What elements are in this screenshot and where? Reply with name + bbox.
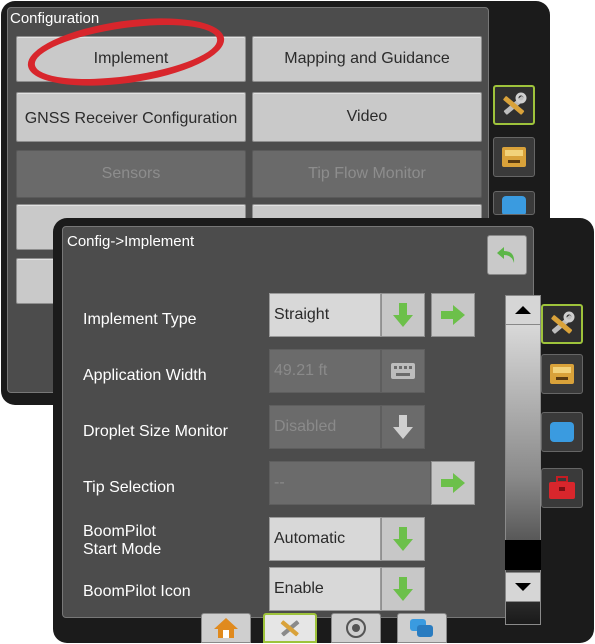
toolbox-tab-button[interactable] bbox=[541, 468, 583, 508]
scroll-down-button[interactable] bbox=[505, 572, 541, 602]
right-arrow-icon bbox=[441, 473, 465, 493]
tip-selection-label: Tip Selection bbox=[83, 479, 175, 496]
screen-icon bbox=[550, 422, 574, 442]
screen-tab-button[interactable] bbox=[493, 191, 535, 215]
boompilot-icon-dropdown[interactable] bbox=[381, 567, 425, 611]
down-arrow-icon bbox=[393, 527, 413, 551]
implement-type-dropdown[interactable] bbox=[381, 293, 425, 337]
tools-icon bbox=[551, 311, 575, 334]
keyboard-icon bbox=[391, 363, 415, 379]
implement-type-field[interactable]: Straight bbox=[269, 293, 381, 337]
scrollbar-thumb[interactable] bbox=[505, 540, 541, 570]
boompilot-icon-label: BoomPilot Icon bbox=[83, 583, 191, 600]
screen-icon bbox=[502, 196, 526, 214]
application-width-field: 49.21 ft bbox=[269, 349, 381, 393]
down-arrow-icon bbox=[393, 577, 413, 601]
application-width-label: Application Width bbox=[83, 367, 207, 384]
down-arrow-icon bbox=[393, 415, 413, 439]
tools-icon bbox=[280, 620, 300, 637]
down-arrow-icon bbox=[393, 303, 413, 327]
application-width-keyboard bbox=[381, 349, 425, 393]
page-title: Config->Implement bbox=[67, 233, 195, 250]
mapping-guidance-button[interactable]: Mapping and Guidance bbox=[252, 36, 482, 82]
droplet-size-monitor-field: Disabled bbox=[269, 405, 381, 449]
tools-icon bbox=[503, 92, 527, 115]
tools-tab[interactable] bbox=[263, 613, 317, 643]
console-icon bbox=[502, 147, 526, 167]
tools-tab-button[interactable] bbox=[541, 304, 583, 344]
droplet-size-monitor-dropdown bbox=[381, 405, 425, 449]
screen-tab-button[interactable] bbox=[541, 412, 583, 452]
toolbox-icon bbox=[549, 476, 575, 499]
boompilot-icon-field[interactable]: Enable bbox=[269, 567, 381, 611]
page-title: Configuration bbox=[10, 10, 100, 27]
home-icon bbox=[214, 618, 238, 638]
back-button[interactable] bbox=[487, 235, 527, 275]
boompilot-start-mode-label: BoomPilot Start Mode bbox=[83, 523, 162, 558]
console-tab-button[interactable] bbox=[541, 354, 583, 394]
scroll-up-button[interactable] bbox=[505, 295, 541, 325]
boompilot-start-mode-field[interactable]: Automatic bbox=[269, 517, 381, 561]
implement-type-next-button[interactable] bbox=[431, 293, 475, 337]
tip-flow-monitor-button: Tip Flow Monitor bbox=[252, 150, 482, 198]
caret-down-icon bbox=[515, 583, 531, 591]
undo-arrow-icon bbox=[497, 247, 515, 263]
right-arrow-icon bbox=[441, 305, 465, 325]
gauge-icon bbox=[346, 618, 366, 638]
sensors-button: Sensors bbox=[16, 150, 246, 198]
layers-tab[interactable] bbox=[397, 613, 447, 643]
droplet-size-monitor-label: Droplet Size Monitor bbox=[83, 423, 228, 440]
caret-up-icon bbox=[515, 306, 531, 314]
implement-type-label: Implement Type bbox=[83, 311, 197, 328]
console-tab-button[interactable] bbox=[493, 137, 535, 177]
implement-window: Config->Implement Implement Type Straigh… bbox=[53, 218, 594, 643]
implement-panel: Config->Implement Implement Type Straigh… bbox=[62, 226, 541, 625]
gnss-receiver-button[interactable]: GNSS Receiver Configuration bbox=[16, 92, 246, 142]
gauge-tab[interactable] bbox=[331, 613, 381, 643]
tools-tab-button[interactable] bbox=[493, 85, 535, 125]
tip-selection-field: -- bbox=[269, 461, 431, 505]
boompilot-start-mode-dropdown[interactable] bbox=[381, 517, 425, 561]
home-tab[interactable] bbox=[201, 613, 251, 643]
layers-icon bbox=[410, 619, 433, 637]
video-button[interactable]: Video bbox=[252, 92, 482, 142]
tip-selection-next-button[interactable] bbox=[431, 461, 475, 505]
console-icon bbox=[550, 364, 574, 384]
